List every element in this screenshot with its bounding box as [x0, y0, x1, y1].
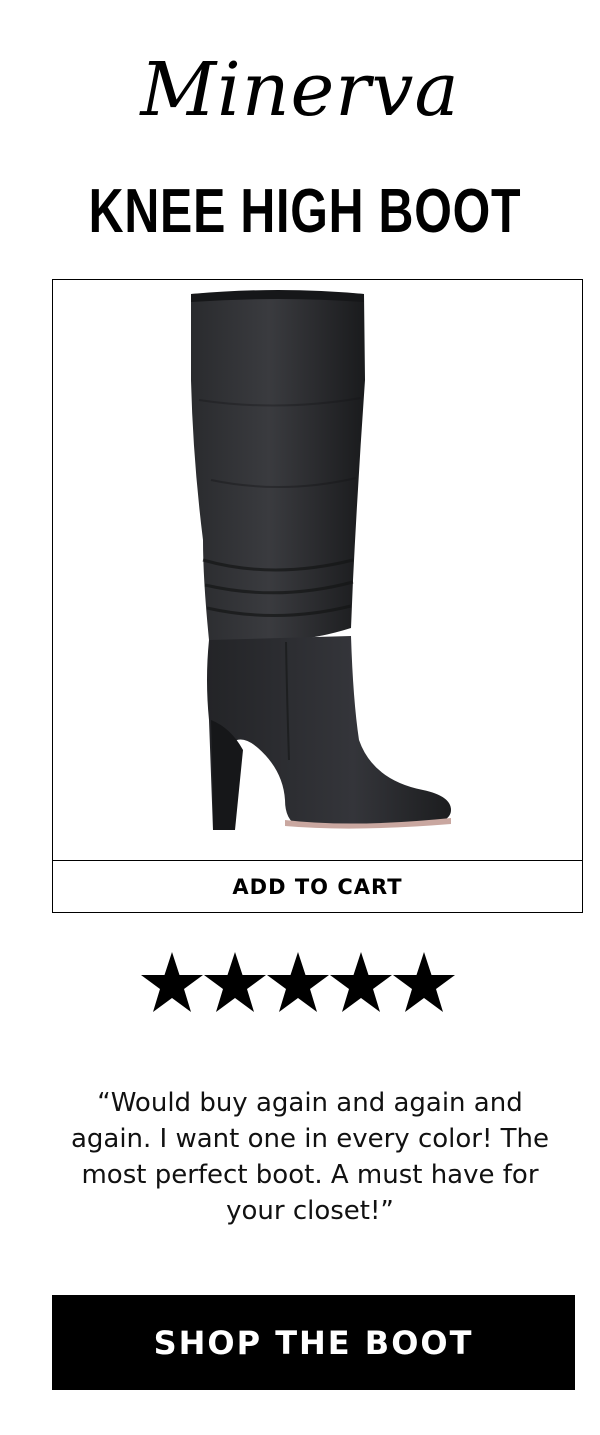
star-icon [204, 952, 266, 1012]
brand-script-title: Minerva [140, 47, 460, 133]
rating-stars [141, 952, 455, 1012]
review-quote: “Would buy again and again and again. I … [70, 1088, 550, 1226]
product-image[interactable] [53, 280, 584, 860]
star-icon [141, 952, 203, 1012]
product-card: ADD TO CART [52, 279, 584, 913]
star-icon [330, 952, 392, 1012]
star-rating [0, 940, 600, 1025]
add-to-cart-button[interactable]: ADD TO CART [52, 860, 583, 913]
star-icon [393, 952, 455, 1012]
page-headline: KNEE HIGH BOOT [88, 177, 522, 246]
boot-illustration [191, 290, 451, 830]
star-icon [267, 952, 329, 1012]
shop-the-boot-button[interactable]: SHOP THE BOOT [52, 1295, 575, 1390]
